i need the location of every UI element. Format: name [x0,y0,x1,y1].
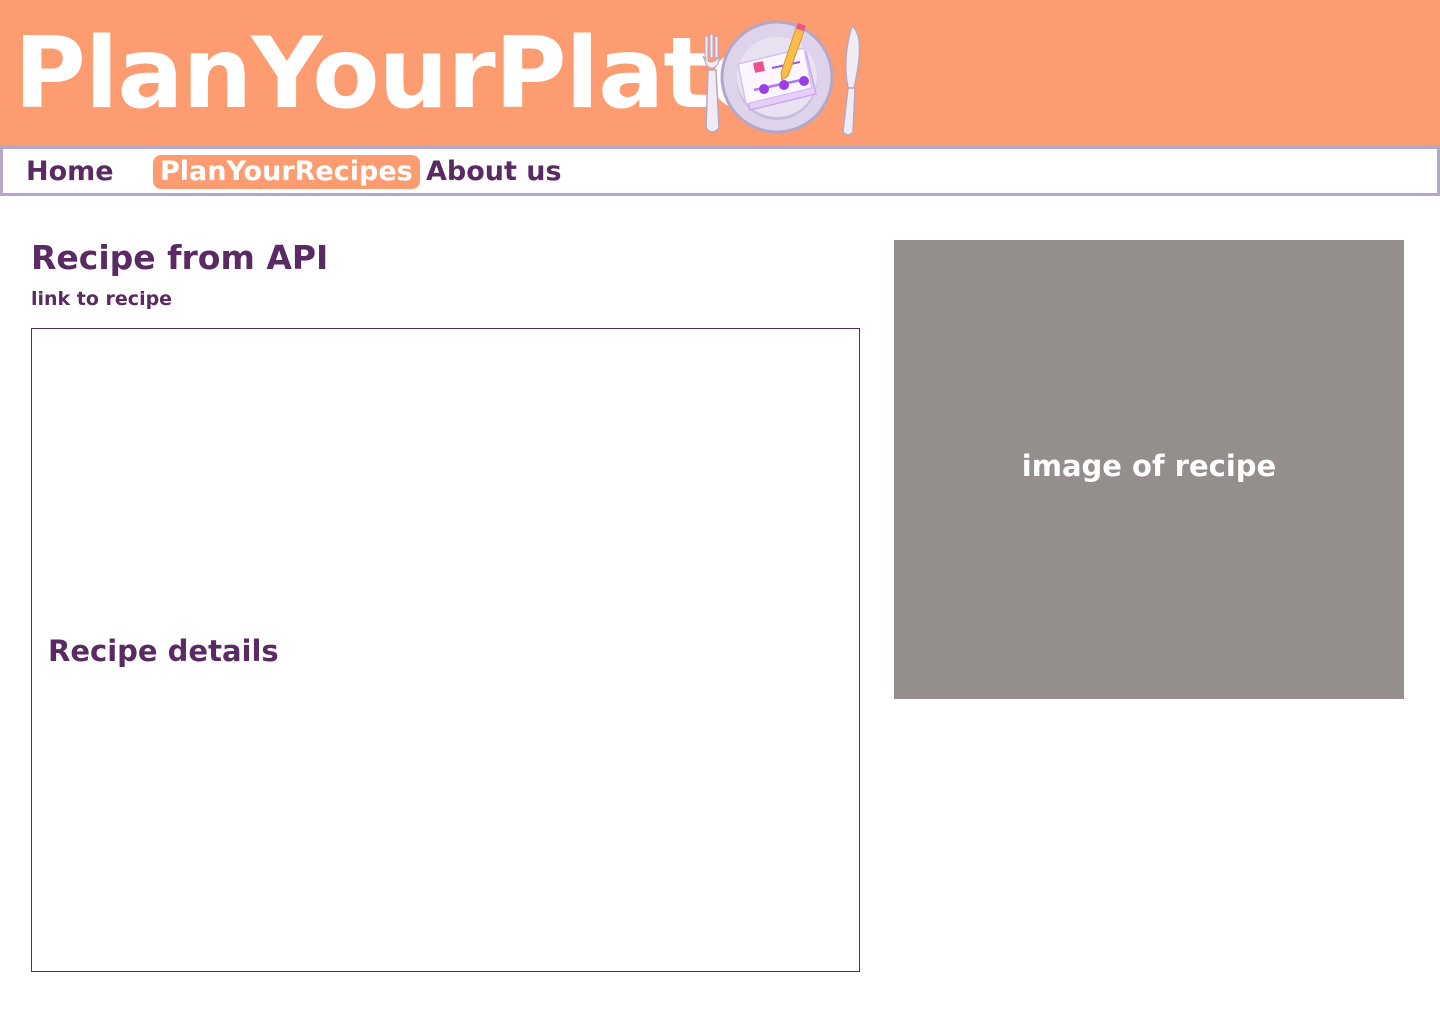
site-title: PlanYourPlate [14,17,776,131]
main-nav: Home PlanYourRecipes About us [0,146,1440,196]
recipe-details-label: Recipe details [48,634,279,668]
site-header: PlanYourPlate [0,0,1440,146]
fork-icon [702,33,721,133]
nav-item-planyourrecipes[interactable]: PlanYourRecipes [153,155,420,189]
nav-item-home[interactable]: Home [26,155,114,189]
nav-item-about-us[interactable]: About us [426,155,562,189]
recipe-link[interactable]: link to recipe [31,286,172,312]
recipe-title: Recipe from API [31,238,329,277]
plate-with-cutlery-and-planner-icon [702,20,861,136]
recipe-image-label: image of recipe [1021,449,1277,483]
recipe-details-panel: Recipe details [31,328,860,972]
recipe-image-placeholder: image of recipe [894,240,1404,699]
knife-icon [842,24,861,136]
plate-icon [720,20,834,134]
